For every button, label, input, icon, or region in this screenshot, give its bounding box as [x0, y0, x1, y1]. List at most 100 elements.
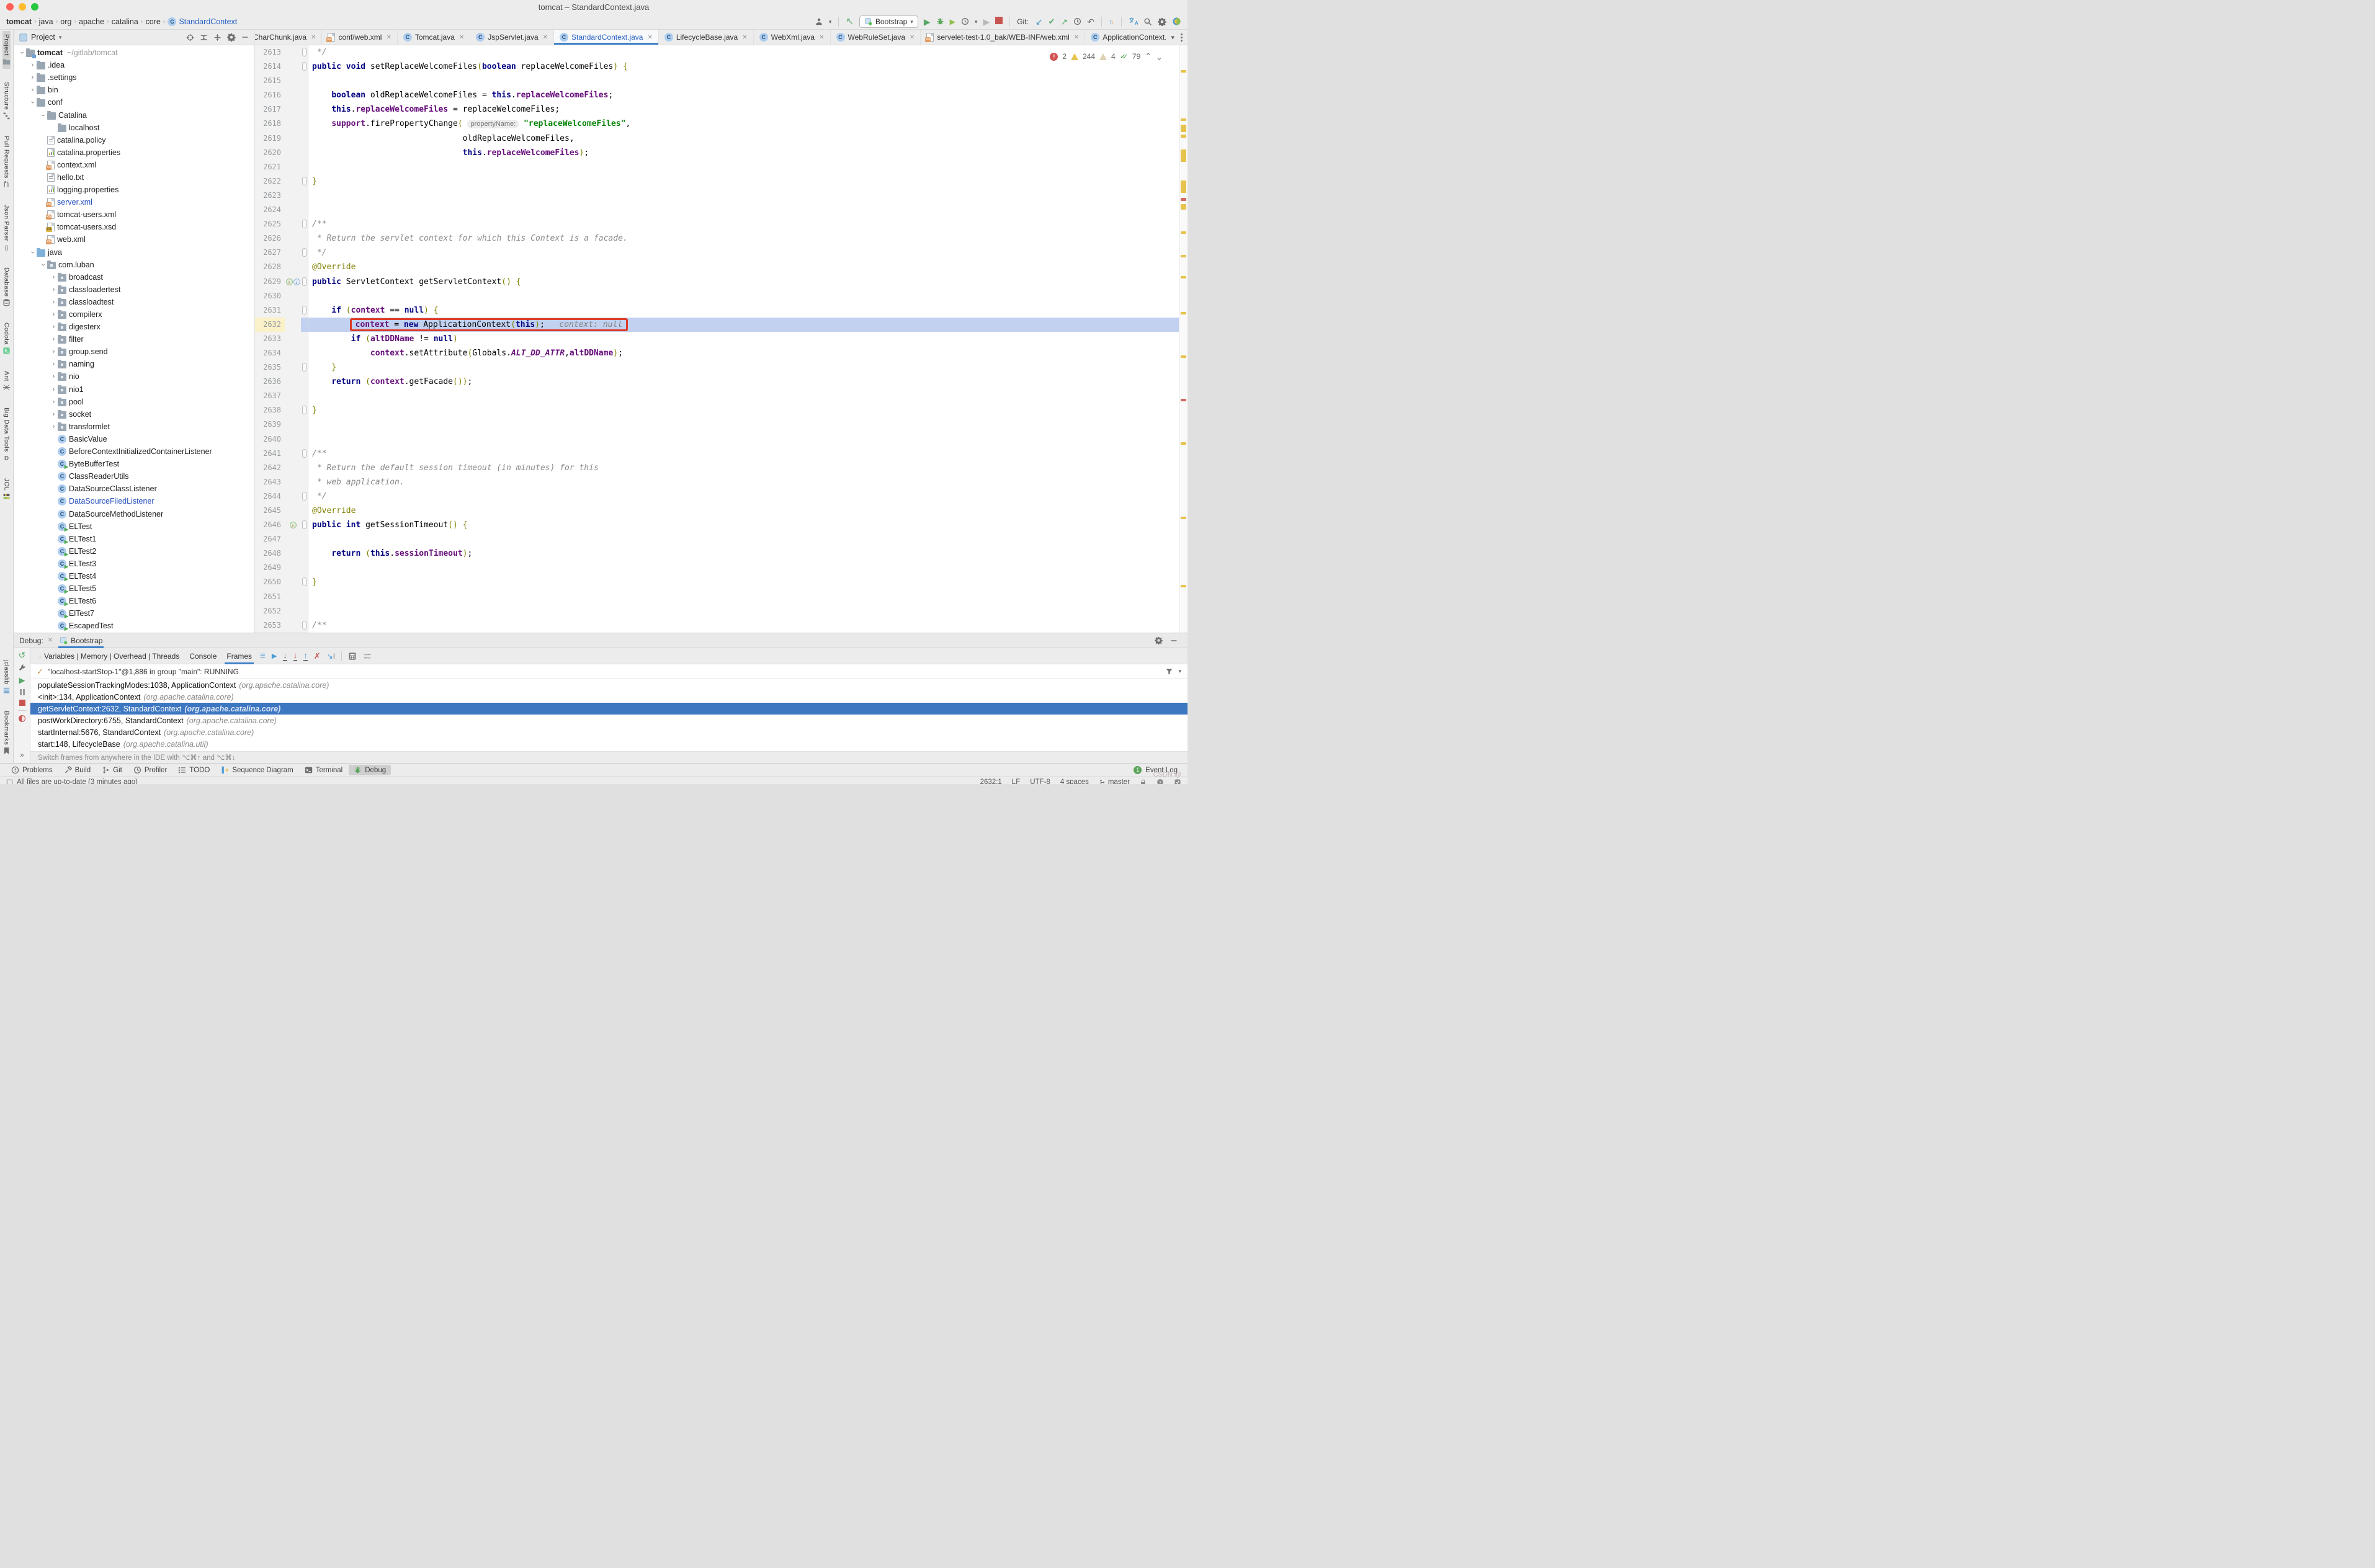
coverage-icon[interactable]: ▶ [950, 17, 955, 26]
run-config-selector[interactable]: Bootstrap ▾ [859, 15, 918, 28]
debug-session-tab[interactable]: Bootstrap [57, 633, 105, 648]
code-text[interactable]: boolean oldReplaceWelcomeFiles = this.re… [308, 88, 1188, 102]
toolwindow-button-TODO[interactable]: TODO [173, 765, 215, 775]
code-line-2630[interactable]: 2630 [255, 288, 1188, 303]
line-number[interactable]: 2642 [255, 460, 285, 475]
tree-item-ELTest3[interactable]: C ▶ ELTest3 [14, 558, 254, 570]
line-number[interactable]: 2614 [255, 60, 285, 74]
tree-item-bin[interactable]: › bin [14, 84, 254, 96]
collapse-all-icon[interactable] [213, 33, 221, 42]
code-line-2620[interactable]: 2620 this.replaceWelcomeFiles); [255, 145, 1188, 160]
breadcrumb-item-java[interactable]: java [39, 17, 53, 26]
tree-item-BasicValue[interactable]: C BasicValue [14, 433, 254, 445]
tree-item-BeforeContextInitializedContainerListener[interactable]: C BeforeContextInitializedContainerListen… [14, 445, 254, 458]
tree-item-com.luban[interactable]: › com.luban [14, 259, 254, 271]
code-line-2622[interactable]: 2622} [255, 174, 1188, 189]
code-text[interactable]: oldReplaceWelcomeFiles, [308, 131, 1188, 146]
hide-icon[interactable] [241, 33, 249, 41]
thread-selector[interactable]: ✓ "localhost-startStop-1"@1,886 in group… [30, 664, 1188, 679]
tree-item-ELTest1[interactable]: C ▶ ELTest1 [14, 533, 254, 545]
line-number[interactable]: 2623 [255, 188, 285, 203]
code-line-2625[interactable]: 2625 /** [255, 217, 1188, 232]
line-number[interactable]: 2640 [255, 432, 285, 447]
code-text[interactable]: */ [308, 246, 1188, 260]
tab-close-icon[interactable]: ✕ [386, 34, 391, 41]
expand-all-icon[interactable] [200, 33, 208, 42]
show-execution-point-icon[interactable]: ▶ [272, 652, 277, 661]
project-view-selector[interactable]: Project ▾ [19, 33, 61, 42]
tree-item-ELTest5[interactable]: C ▶ ELTest5 [14, 582, 254, 595]
code-text[interactable]: * web application. [308, 475, 1188, 489]
code-line-2619[interactable]: 2619 oldReplaceWelcomeFiles, [255, 131, 1188, 146]
tab-close-icon[interactable]: ✕ [819, 34, 824, 41]
settings-icon[interactable] [227, 33, 236, 42]
code-text[interactable] [308, 289, 1188, 303]
fold-marker-icon[interactable] [302, 220, 306, 229]
tree-item-ELTest4[interactable]: C ▶ ELTest4 [14, 570, 254, 582]
code-text[interactable]: } [308, 174, 1188, 189]
git-history-icon[interactable] [1073, 17, 1081, 25]
tree-arrow-icon[interactable]: › [50, 274, 58, 281]
code-text[interactable] [308, 74, 1188, 88]
code-line-2629[interactable]: 2629 ↑ ↓ public ServletContext getServletCo… [255, 274, 1188, 289]
tree-item-ByteBufferTest[interactable]: C ▶ ByteBufferTest [14, 458, 254, 470]
override-up-icon[interactable]: ↑ [285, 278, 293, 285]
code-line-2653[interactable]: 2653 /** [255, 618, 1188, 633]
tree-item-conf[interactable]: › conf [14, 96, 254, 109]
tree-arrow-icon[interactable]: › [50, 398, 58, 406]
run-icon[interactable]: ▶ [924, 17, 931, 26]
code-text[interactable]: public void setReplaceWelcomeFiles(boole… [308, 60, 1188, 74]
filter-icon[interactable] [1165, 667, 1173, 675]
fold-marker-icon[interactable] [302, 577, 306, 587]
code-line-2637[interactable]: 2637 [255, 389, 1188, 404]
git-commit-icon[interactable]: ✔ [1049, 17, 1055, 26]
line-number[interactable]: 2648 [255, 546, 285, 561]
tree-item-naming[interactable]: › naming [14, 358, 254, 370]
build-arrow-icon[interactable]: ↖ [846, 17, 854, 26]
tree-item-ELTest6[interactable]: C ▶ ELTest6 [14, 595, 254, 607]
tree-arrow-icon[interactable]: › [50, 298, 58, 306]
override-up-icon[interactable]: ↑ [289, 522, 297, 529]
line-number[interactable]: 2618 [255, 117, 285, 131]
code-line-2639[interactable]: 2639 [255, 417, 1188, 432]
line-number[interactable]: 2624 [255, 203, 285, 218]
tree-arrow-icon[interactable]: › [29, 86, 37, 94]
git-update-icon[interactable]: ↙ [1035, 17, 1043, 26]
tree-item-transformlet[interactable]: › transformlet [14, 421, 254, 433]
breadcrumb-item-catalina[interactable]: catalina [112, 17, 138, 26]
breadcrumb-item-org[interactable]: org [60, 17, 71, 26]
tree-item-web.xml[interactable]: <> web.xml [14, 233, 254, 246]
code-text[interactable] [308, 432, 1188, 447]
fold-marker-icon[interactable] [302, 277, 306, 286]
code-text[interactable]: return (this.sessionTimeout); [308, 546, 1188, 561]
line-number[interactable]: 2617 [255, 102, 285, 117]
line-number[interactable]: 2638 [255, 403, 285, 418]
git-push-icon[interactable]: ↗ [1061, 17, 1068, 26]
tree-item-ElTest7[interactable]: C ▶ ElTest7 [14, 607, 254, 620]
code-text[interactable]: return (context.getFacade()); [308, 375, 1188, 389]
toolwindow-button-Database[interactable]: Database [2, 264, 11, 310]
code-text[interactable]: } [308, 575, 1188, 589]
code-line-2652[interactable]: 2652 [255, 604, 1188, 618]
line-number[interactable]: 2616 [255, 88, 285, 103]
frame-row[interactable]: postWorkDirectory:6755, StandardContext(… [30, 715, 1188, 726]
hide-panel-icon[interactable] [1170, 637, 1178, 644]
code-text[interactable]: context.setAttribute(Globals.ALT_DD_ATTR… [308, 346, 1188, 360]
code-text[interactable]: * Return the default session timeout (in… [308, 461, 1188, 475]
code-line-2621[interactable]: 2621 [255, 159, 1188, 174]
toolwindow-button-Problems[interactable]: Problems [6, 765, 58, 775]
code-line-2640[interactable]: 2640 [255, 432, 1188, 447]
line-number[interactable]: 2647 [255, 532, 285, 547]
frame-row[interactable]: <init>:134, ApplicationContext (org.apach… [30, 691, 1188, 703]
code-line-2648[interactable]: 2648 return (this.sessionTimeout); [255, 546, 1188, 561]
tree-item-Catalina[interactable]: › Catalina [14, 109, 254, 121]
code-text[interactable]: if (context == null) { [308, 303, 1188, 318]
more-icon[interactable]: » [20, 751, 24, 759]
tree-item-DataSourceMethodListener[interactable]: C DataSourceMethodListener [14, 507, 254, 520]
code-line-2638[interactable]: 2638} [255, 403, 1188, 418]
fold-marker-icon[interactable] [302, 520, 306, 530]
code-text[interactable]: } [308, 403, 1188, 417]
line-number[interactable]: 2636 [255, 375, 285, 390]
frame-row[interactable]: populateSessionTrackingModes:1038, Appli… [30, 679, 1188, 691]
fold-marker-icon[interactable] [302, 491, 306, 501]
